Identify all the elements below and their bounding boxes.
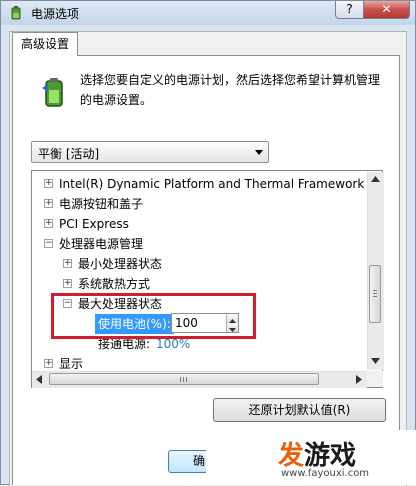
battery-icon <box>42 78 63 107</box>
highlight-annotation <box>51 293 256 339</box>
expand-icon[interactable]: + <box>44 219 53 228</box>
help-button[interactable]: ? <box>335 1 364 19</box>
expand-icon[interactable]: + <box>63 279 72 288</box>
watermark: 发游戏 www.fayouxi.com <box>206 430 416 485</box>
scroll-left-icon[interactable] <box>36 375 42 384</box>
watermark-logo: 发游戏 <box>278 441 357 471</box>
scroll-down-icon[interactable] <box>371 358 380 364</box>
tree-item-label: 电源按钮和盖子 <box>59 197 144 211</box>
power-plan-dropdown[interactable]: 平衡 [活动] <box>31 141 269 163</box>
scrollbar-corner <box>367 371 383 387</box>
vertical-scroll-thumb[interactable] <box>369 265 381 323</box>
restore-defaults-button[interactable]: 还原计划默认值(R) <box>213 398 386 422</box>
expand-icon[interactable]: + <box>44 179 53 188</box>
watermark-url: www.fayouxi.com <box>281 468 370 479</box>
close-button[interactable]: ✕ <box>363 1 410 19</box>
horizontal-scroll-thumb[interactable] <box>49 373 319 385</box>
tree-item-label: 系统散热方式 <box>78 277 151 291</box>
tree-item-label: PCI Express <box>59 217 129 231</box>
scroll-up-icon[interactable] <box>371 176 380 182</box>
tree-item-label: 最小处理器状态 <box>78 257 163 271</box>
settings-tree[interactable]: + Intel(R) Dynamic Platform and Thermal … <box>31 170 383 388</box>
power-plan-value: 平衡 [活动] <box>38 147 100 161</box>
collapse-icon[interactable]: − <box>44 239 53 248</box>
tab-advanced-settings[interactable]: 高级设置 <box>12 32 78 56</box>
chevron-down-icon <box>255 150 263 155</box>
expand-icon[interactable]: + <box>44 359 53 368</box>
expand-icon[interactable]: + <box>63 259 72 268</box>
window-title: 电源选项 <box>31 7 80 21</box>
power-options-icon <box>11 6 21 20</box>
description-text: 选择您要自定义的电源计划，然后选择您希望计算机管理的电源设置。 <box>80 73 381 107</box>
expand-icon[interactable]: + <box>44 199 53 208</box>
scroll-right-icon[interactable] <box>356 375 362 384</box>
title-bar[interactable]: 电源选项 ? ✕ <box>1 1 415 25</box>
tree-item-label: 处理器电源管理 <box>59 237 144 251</box>
tree-item-label: Intel(R) Dynamic Platform and Thermal Fr… <box>59 177 383 191</box>
